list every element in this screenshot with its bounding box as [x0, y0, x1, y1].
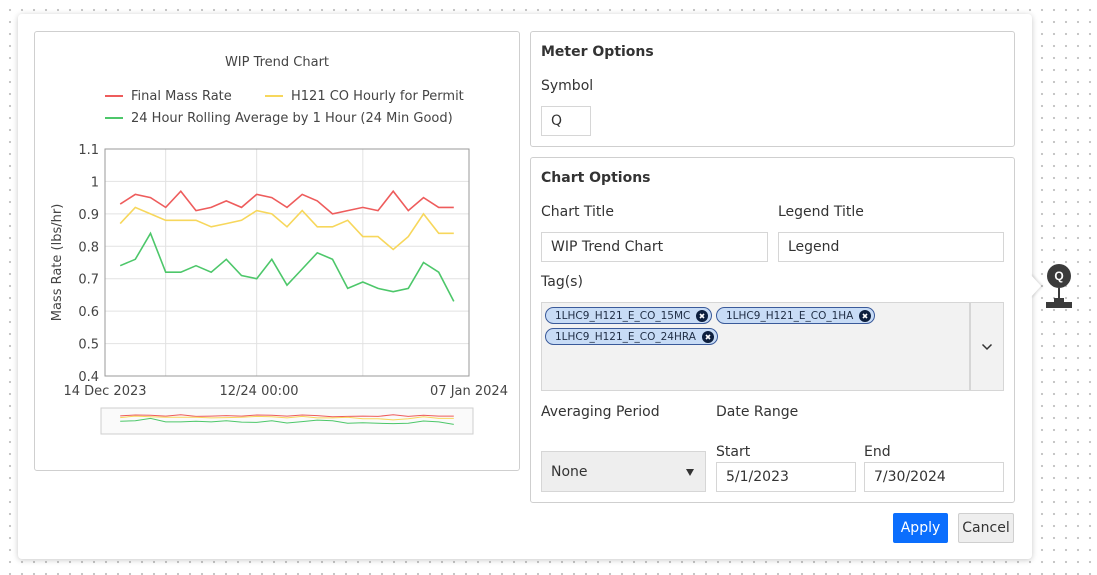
tag-chip-label: 1LHC9_H121_E_CO_15MC — [555, 309, 691, 322]
chart-legend: Final Mass Rate H121 CO Hourly for Permit… — [105, 89, 464, 126]
chart-axes — [104, 148, 470, 377]
date-range-label: Date Range — [716, 404, 799, 420]
tags-dropdown-toggle[interactable] — [970, 302, 1004, 391]
x-tick-label: 14 Dec 2023 — [63, 384, 146, 399]
tag-chip: 1LHC9_H121_E_CO_15MC — [545, 307, 713, 324]
averaging-period-label: Averaging Period — [541, 404, 660, 420]
x-tick-label: 07 Jan 2024 — [430, 384, 508, 399]
averaging-period-select[interactable]: None — [541, 451, 706, 492]
legend-title-input[interactable]: Legend — [778, 232, 1004, 262]
series-line — [119, 231, 455, 302]
chart-title-label: Chart Title — [541, 204, 614, 220]
y-tick-label: 0.8 — [78, 240, 99, 255]
chart-title: WIP Trend Chart — [225, 55, 329, 70]
legend-label: Final Mass Rate — [131, 89, 232, 104]
y-tick-label: 0.4 — [78, 370, 99, 385]
legend-title-label: Legend Title — [778, 204, 864, 220]
dialog-pointer — [1030, 274, 1041, 298]
tag-chip-label: 1LHC9_H121_E_CO_1HA — [726, 309, 854, 322]
legend-label: H121 CO Hourly for Permit — [291, 89, 464, 104]
start-label: Start — [716, 444, 751, 460]
y-tick-label: 1 — [91, 175, 99, 190]
remove-tag-icon[interactable] — [696, 309, 709, 322]
tags-label: Tag(s) — [541, 274, 583, 290]
y-tick-label: 0.9 — [78, 208, 99, 223]
series-line — [119, 189, 454, 215]
legend-label: 24 Hour Rolling Average by 1 Hour (24 Mi… — [131, 111, 453, 126]
chart-grid — [105, 148, 469, 377]
y-tick-label: 0.6 — [78, 305, 99, 320]
remove-tag-icon[interactable] — [859, 309, 872, 322]
caret-down-icon — [686, 469, 694, 476]
tag-chip: 1LHC9_H121_E_CO_24HRA — [545, 328, 718, 345]
cancel-button[interactable]: Cancel — [958, 513, 1014, 543]
wip-trend-chart: WIP Trend Chart Final Mass Rate H121 CO H… — [50, 55, 508, 435]
symbol-input[interactable]: Q — [541, 106, 591, 136]
meter-options-title: Meter Options — [541, 44, 654, 60]
start-date-input[interactable]: 5/1/2023 — [716, 462, 856, 492]
remove-tag-icon[interactable] — [701, 330, 714, 343]
x-tick-label: 12/24 00:00 — [219, 384, 298, 399]
y-tick-label: 1.1 — [78, 143, 99, 158]
plot-frame — [104, 148, 470, 377]
averaging-period-value: None — [551, 463, 588, 480]
apply-button[interactable]: Apply — [893, 513, 948, 543]
symbol-label: Symbol — [541, 78, 594, 94]
end-date-input[interactable]: 7/30/2024 — [864, 462, 1004, 492]
chart-title-input[interactable]: WIP Trend Chart — [541, 232, 768, 262]
y-tick-label: 0.5 — [78, 338, 99, 353]
meter-connector-icon — [1046, 288, 1072, 308]
y-tick-label: 0.7 — [78, 273, 99, 288]
chevron-down-icon — [981, 343, 993, 350]
end-label: End — [864, 444, 891, 460]
tag-chip: 1LHC9_H121_E_CO_1HA — [716, 307, 876, 324]
range-slider-track — [100, 407, 474, 435]
meter-node-symbol: Q — [1047, 264, 1071, 288]
tag-chip-label: 1LHC9_H121_E_CO_24HRA — [555, 330, 696, 343]
range-slider[interactable] — [100, 407, 474, 435]
y-axis-label: Mass Rate (lbs/hr) — [50, 204, 65, 322]
chart-options-title: Chart Options — [541, 170, 651, 186]
meter-node[interactable]: Q — [1044, 264, 1076, 312]
